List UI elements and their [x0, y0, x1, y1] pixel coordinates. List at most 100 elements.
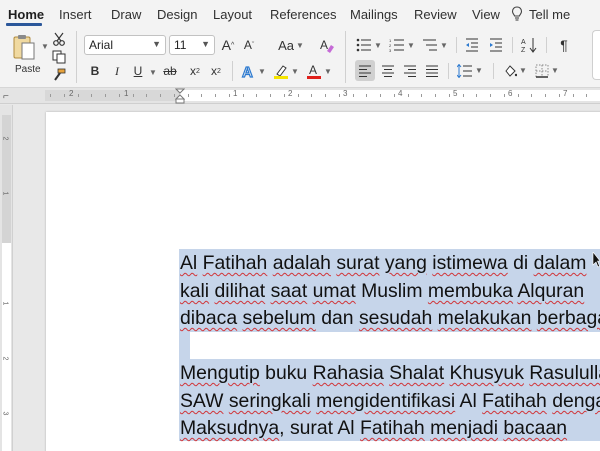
paragraph-line[interactable]: Al Fatihah adalah surat yang istimewa di… [180, 252, 586, 275]
numbering-button[interactable]: 123 ▼ [388, 35, 416, 55]
italic-button[interactable]: I [108, 61, 126, 81]
copy-button[interactable] [50, 49, 68, 65]
misspelled-word: Alquran [517, 280, 585, 302]
font-name-combo[interactable]: Arial ▼ [84, 35, 166, 55]
text-cursor-icon [592, 252, 600, 268]
ruler-number: 1 [233, 89, 238, 98]
tab-review[interactable]: Review [414, 7, 457, 22]
ruler-number: 4 [398, 89, 403, 98]
ruler-tick [380, 94, 381, 97]
change-case-button[interactable]: Aa ▼ [275, 35, 307, 55]
paragraph-line[interactable]: kali dilihat saat umat Muslim membuka Al… [180, 280, 584, 303]
font-color-icon: A [307, 63, 322, 79]
indent-marker-icon[interactable] [175, 88, 185, 104]
tab-mailings[interactable]: Mailings [350, 7, 398, 22]
bullets-button[interactable]: ▼ [355, 35, 383, 55]
vertical-ruler-number: 2 [1, 136, 9, 141]
lightbulb-icon[interactable] [511, 6, 523, 22]
font-size-chevron-down-icon[interactable]: ▼ [201, 39, 210, 49]
multilevel-list-button[interactable]: ▼ [421, 35, 449, 55]
align-right-button[interactable] [400, 60, 420, 81]
grow-font-button[interactable]: A ^ [219, 35, 237, 55]
show-formatting-marks-button[interactable]: ¶ [554, 35, 574, 55]
text-effects-button[interactable]: A ▼ [240, 61, 266, 81]
underline-button[interactable]: U [130, 61, 146, 81]
subscript-button[interactable]: x2 [186, 61, 204, 81]
tab-references[interactable]: References [270, 7, 336, 22]
ruler-tick [394, 94, 395, 97]
ruler-tick [449, 94, 450, 97]
line-spacing-button[interactable]: ▼ [455, 60, 485, 81]
ruler-tick [78, 94, 79, 97]
paragraph-line[interactable]: Maksudnya, surat Al Fatihah menjadi baca… [180, 417, 567, 440]
tab-design[interactable]: Design [157, 7, 197, 22]
misspelled-word: istimewa [432, 252, 508, 274]
vertical-ruler-number: 1 [1, 191, 9, 196]
strikethrough-button[interactable]: ab [160, 61, 180, 81]
tab-draw[interactable]: Draw [111, 7, 141, 22]
tab-layout[interactable]: Layout [213, 7, 252, 22]
text-segment: Muslim [355, 280, 428, 302]
font-name-chevron-down-icon[interactable]: ▼ [152, 39, 161, 49]
ruler-tick [353, 94, 354, 97]
shrink-font-button[interactable]: Aˇ [240, 35, 258, 55]
decrease-indent-button[interactable] [462, 35, 482, 55]
ruler-tick [311, 94, 312, 97]
shading-button[interactable]: ▼ [501, 60, 529, 81]
clear-formatting-button[interactable]: A [318, 35, 336, 55]
ruler-tick [339, 94, 340, 97]
word-window: Home Insert Draw Design Layout Reference… [0, 0, 600, 451]
misspelled-word: adalah [272, 252, 331, 274]
numbering-chevron-icon: ▼ [407, 40, 415, 50]
font-color-button[interactable]: A ▼ [305, 61, 333, 81]
misspelled-word: sebelum [242, 307, 316, 329]
tab-home[interactable]: Home [8, 7, 44, 22]
paragraph-line[interactable]: dibaca sebelum dan sesudah melakukan ber… [180, 307, 600, 330]
font-size-combo[interactable]: 11 ▼ [169, 35, 215, 55]
horizontal-ruler[interactable]: ⌐ 2 1 1 2 3 4 5 6 7 [0, 88, 600, 104]
tab-view[interactable]: View [472, 7, 500, 22]
misspelled-word: yang [384, 252, 427, 274]
align-left-button[interactable] [355, 60, 375, 81]
vertical-ruler[interactable]: 2 1 1 2 3 [0, 105, 13, 451]
paste-button[interactable] [10, 31, 40, 65]
vertical-ruler-number: 2 [1, 356, 9, 361]
paragraph-line[interactable]: Mengutip buku Rahasia Shalat Khusyuk Ras… [180, 362, 600, 385]
paragraph-line[interactable]: SAW seringkali mengidentifikasi Al Fatih… [180, 390, 600, 413]
misspelled-word: kali [180, 280, 210, 302]
ruler-number: 6 [508, 89, 513, 98]
misspelled-word: Rahasia [312, 362, 384, 384]
text-effects-icon: A [241, 63, 253, 79]
misspelled-word: dengan [552, 390, 600, 412]
ruler-tick [298, 94, 299, 97]
line-spacing-icon [457, 63, 473, 78]
ruler-tick [408, 94, 409, 97]
shrink-font-label: A [243, 38, 252, 52]
bold-button[interactable]: B [86, 61, 104, 81]
paste-options-chevron-icon[interactable]: ▼ [41, 42, 49, 51]
superscript-button[interactable]: x2 [207, 61, 225, 81]
align-center-button[interactable] [378, 60, 398, 81]
ribbon-separator [512, 37, 513, 53]
tell-me-search[interactable]: Tell me [529, 7, 570, 22]
sort-button[interactable]: AZ [518, 35, 540, 55]
format-painter-button[interactable] [50, 67, 68, 83]
multilevel-chevron-icon: ▼ [440, 40, 448, 50]
ruler-tick [160, 94, 161, 97]
highlighter-icon [274, 65, 289, 79]
underline-chevron-down-icon[interactable]: ▼ [149, 68, 157, 77]
styles-gallery-edge[interactable] [592, 30, 600, 80]
misspelled-word: SAW [180, 390, 224, 412]
increase-indent-button[interactable] [486, 35, 506, 55]
ruler-tick [531, 94, 532, 97]
highlight-color-button[interactable]: ▼ [272, 61, 300, 81]
ruler-tick [545, 94, 546, 97]
borders-button[interactable]: ▼ [533, 60, 561, 81]
cut-button[interactable] [50, 31, 68, 47]
align-left-icon [359, 65, 371, 77]
misspelled-word: Shalat [389, 362, 445, 384]
justify-button[interactable] [422, 60, 442, 81]
tab-insert[interactable]: Insert [59, 7, 92, 22]
copy-icon [52, 50, 66, 64]
tab-stop-selector-icon[interactable]: ⌐ [3, 91, 9, 102]
